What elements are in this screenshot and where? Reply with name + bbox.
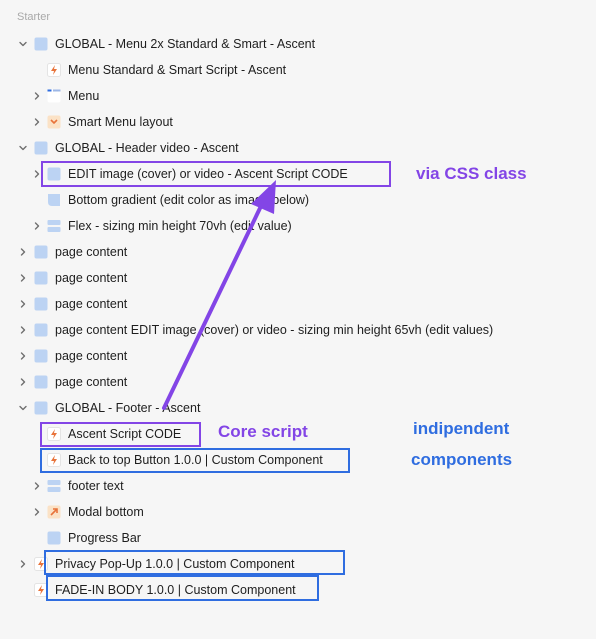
section-icon <box>34 323 48 337</box>
tree-row-label: Flex - sizing min height 70vh (edit valu… <box>68 219 292 233</box>
chevron-right-icon[interactable] <box>31 116 43 128</box>
chevron-right-icon[interactable] <box>17 558 29 570</box>
tree-row[interactable]: Flex - sizing min height 70vh (edit valu… <box>0 213 596 239</box>
tree-row[interactable]: page content <box>0 369 596 395</box>
script-bolt-icon <box>47 453 61 467</box>
tree-row[interactable]: FADE-IN BODY 1.0.0 | Custom Component <box>0 577 596 603</box>
tree-row[interactable]: Modal bottom <box>0 499 596 525</box>
tree-row[interactable]: Bottom gradient (edit color as image bel… <box>0 187 596 213</box>
chevron-down-icon[interactable] <box>17 38 29 50</box>
footer-text-icon <box>47 479 61 493</box>
tree-row-label: Modal bottom <box>68 505 144 519</box>
tree-row-label: EDIT image (cover) or video - Ascent Scr… <box>68 167 348 181</box>
tree-row[interactable]: page content EDIT image (cover) or video… <box>0 317 596 343</box>
section-icon <box>34 375 48 389</box>
tree-row-label: Ascent Script CODE <box>68 427 182 441</box>
tree-row[interactable]: Menu Standard & Smart Script - Ascent <box>0 57 596 83</box>
script-bolt-icon <box>47 63 61 77</box>
tree-row[interactable]: page content <box>0 265 596 291</box>
tree-row-label: page content <box>55 271 128 285</box>
modal-icon <box>47 505 61 519</box>
annotation-core-script: Core script <box>218 422 308 441</box>
section-icon <box>34 141 48 155</box>
tree-row[interactable]: page content <box>0 343 596 369</box>
smart-menu-icon <box>47 115 61 129</box>
tree-row[interactable]: footer text <box>0 473 596 499</box>
section-icon <box>47 167 61 181</box>
tree-row[interactable]: Smart Menu layout <box>0 109 596 135</box>
section-icon <box>34 401 48 415</box>
section-icon <box>34 245 48 259</box>
chevron-right-icon[interactable] <box>17 272 29 284</box>
tree-row[interactable]: page content <box>0 239 596 265</box>
tree-row[interactable]: GLOBAL - Menu 2x Standard & Smart - Asce… <box>0 31 596 57</box>
section-icon <box>34 297 48 311</box>
tree-row[interactable]: GLOBAL - Footer - Ascent <box>0 395 596 421</box>
script-bolt-icon <box>34 557 48 571</box>
tree-row-label: page content <box>55 349 128 363</box>
chevron-right-icon[interactable] <box>17 298 29 310</box>
chevron-right-icon[interactable] <box>17 324 29 336</box>
section-icon <box>34 37 48 51</box>
chevron-right-icon[interactable] <box>17 350 29 362</box>
gradient-icon <box>47 193 61 207</box>
tree-row-label: Smart Menu layout <box>68 115 173 129</box>
chevron-right-icon[interactable] <box>17 376 29 388</box>
chevron-right-icon[interactable] <box>31 168 43 180</box>
flex-icon <box>47 219 61 233</box>
tree-row-label: page content <box>55 297 128 311</box>
chevron-right-icon[interactable] <box>17 246 29 258</box>
tree-row[interactable]: page content <box>0 291 596 317</box>
tree-row-label: page content <box>55 375 128 389</box>
chevron-down-icon[interactable] <box>17 142 29 154</box>
tree-row-label: Back to top Button 1.0.0 | Custom Compon… <box>68 453 323 467</box>
tree-row-label: GLOBAL - Header video - Ascent <box>55 141 239 155</box>
tree-row-label: Bottom gradient (edit color as image bel… <box>68 193 310 207</box>
tree-row-label: Progress Bar <box>68 531 141 545</box>
tree-row-label: footer text <box>68 479 124 493</box>
tree-row[interactable]: Privacy Pop-Up 1.0.0 | Custom Component <box>0 551 596 577</box>
tree-row-label: page content <box>55 245 128 259</box>
tree-row-label: Menu <box>68 89 100 103</box>
section-icon <box>34 349 48 363</box>
chevron-right-icon[interactable] <box>31 506 43 518</box>
tree-row-label: page content EDIT image (cover) or video… <box>55 323 494 337</box>
tree-row-label: FADE-IN BODY 1.0.0 | Custom Component <box>55 583 296 597</box>
tree-row[interactable]: GLOBAL - Header video - Ascent <box>0 135 596 161</box>
chevron-down-icon[interactable] <box>17 402 29 414</box>
chevron-right-icon[interactable] <box>31 90 43 102</box>
script-bolt-icon <box>47 427 61 441</box>
section-label: Starter <box>17 11 51 23</box>
annotation-independent-line2: components <box>411 450 513 469</box>
annotation-independent-line1: indipendent <box>413 419 510 438</box>
tree-row-label: Privacy Pop-Up 1.0.0 | Custom Component <box>55 557 295 571</box>
tree-row-label: GLOBAL - Menu 2x Standard & Smart - Asce… <box>55 37 316 51</box>
tree-row[interactable]: Progress Bar <box>0 525 596 551</box>
script-bolt-icon <box>34 583 48 597</box>
menu-icon <box>47 89 61 103</box>
chevron-right-icon[interactable] <box>31 220 43 232</box>
chevron-right-icon[interactable] <box>31 480 43 492</box>
section-icon <box>34 271 48 285</box>
annotation-via-css-class: via CSS class <box>416 164 527 183</box>
tree-row-label: GLOBAL - Footer - Ascent <box>55 401 201 415</box>
tree-row-label: Menu Standard & Smart Script - Ascent <box>68 63 287 77</box>
tree-row[interactable]: Menu <box>0 83 596 109</box>
section-icon <box>47 531 61 545</box>
